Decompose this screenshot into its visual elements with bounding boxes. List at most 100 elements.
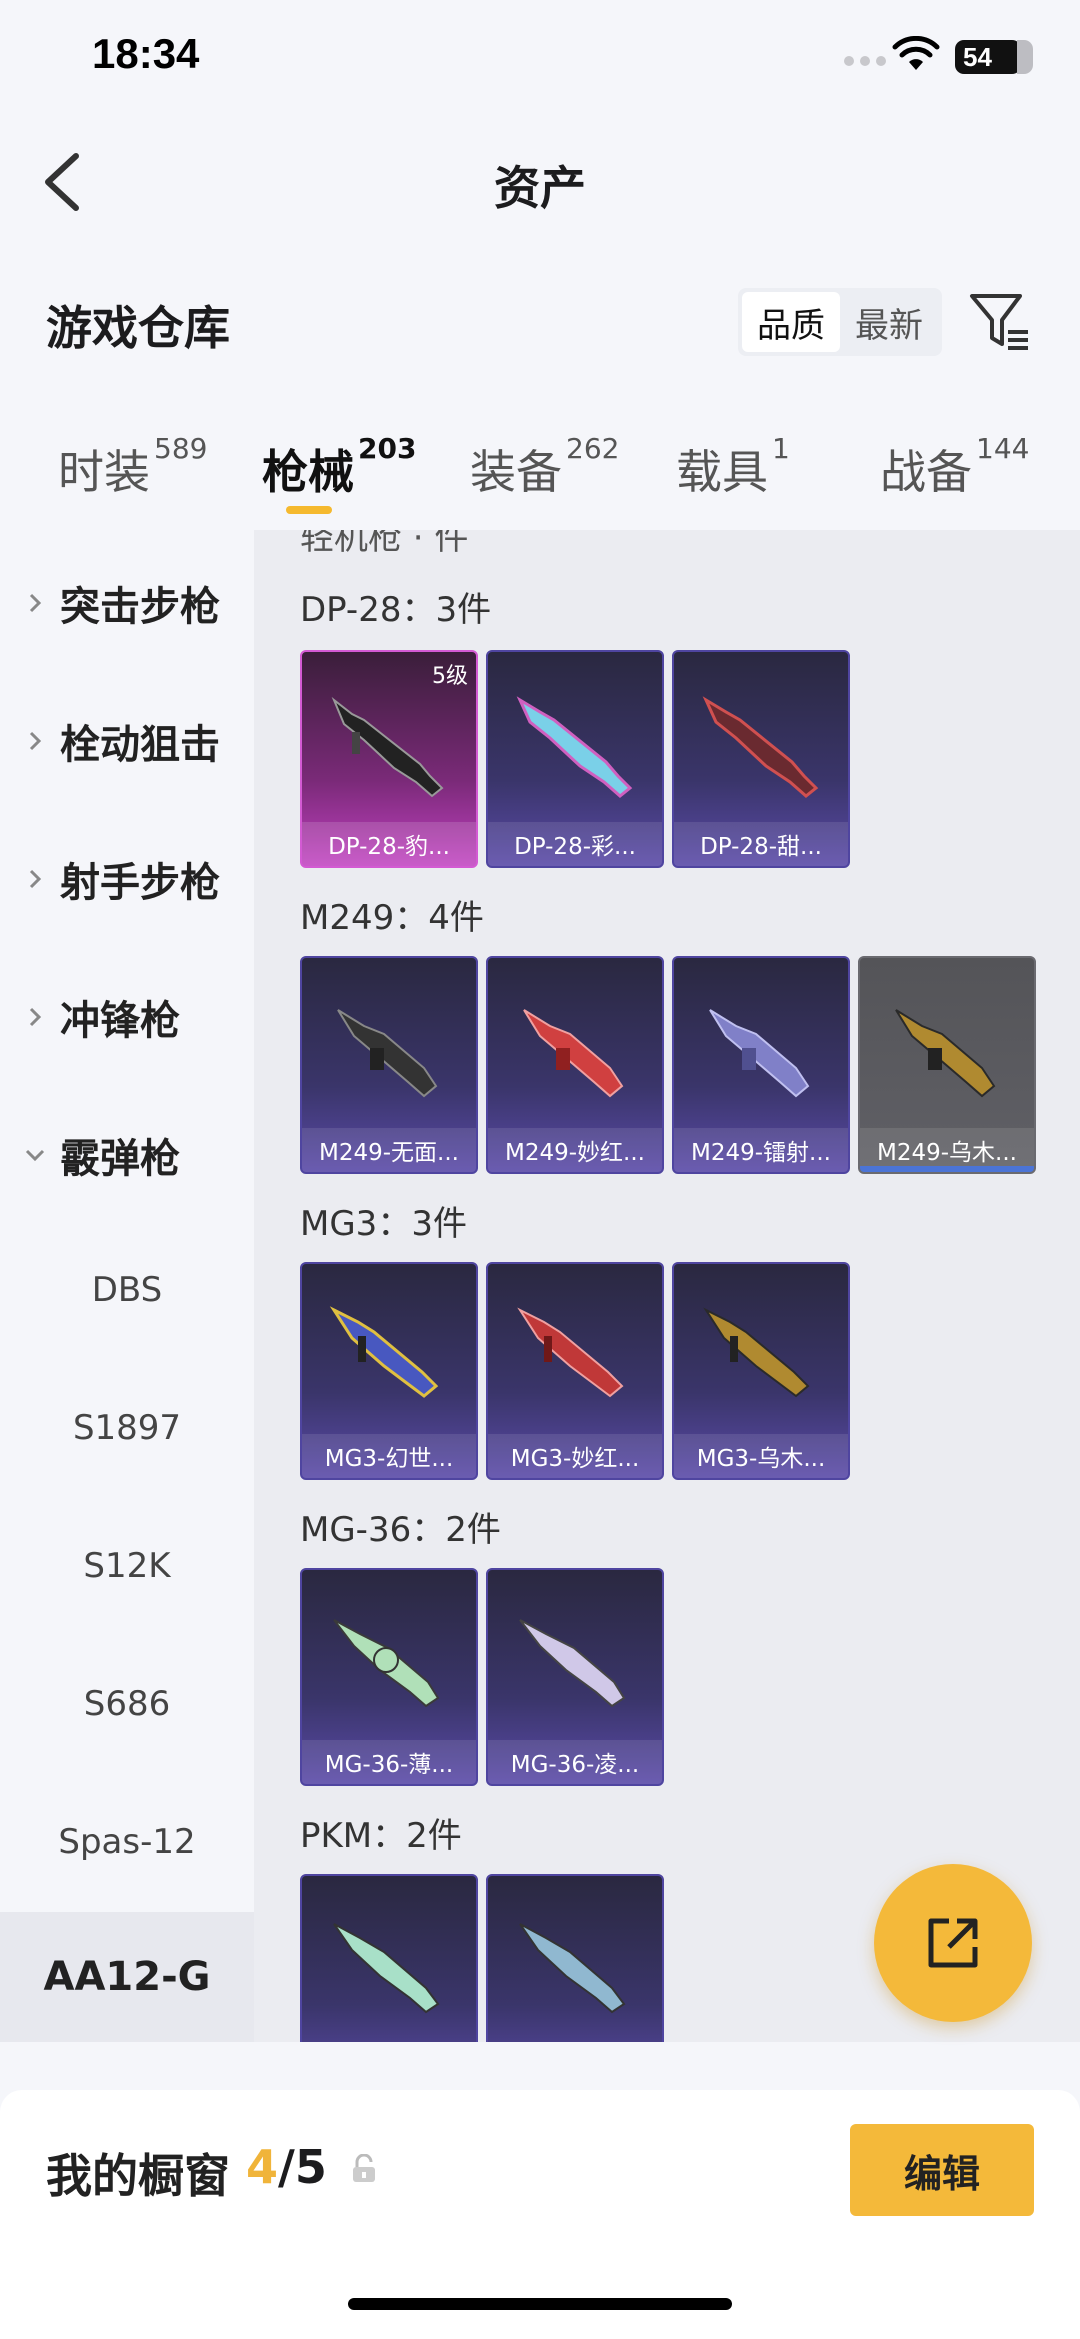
warehouse-title: 游戏仓库 xyxy=(46,301,230,355)
sidebar-subitem-spas12[interactable]: Spas-12 xyxy=(0,1822,254,1862)
weapon-card[interactable]: M249-妙红... xyxy=(486,956,664,1174)
weapon-name: MG3-幻世... xyxy=(302,1434,476,1478)
sidebar-item-assault-rifle[interactable]: 突击步枪 xyxy=(24,574,220,632)
share-button[interactable] xyxy=(874,1864,1032,2022)
tab-count: 1 xyxy=(772,431,790,465)
chevron-down-icon xyxy=(25,1149,45,1162)
sidebar-subitem-dbs[interactable]: DBS xyxy=(0,1270,254,1310)
weapon-card[interactable]: 5级 DP-28-豹... xyxy=(300,650,478,868)
signal-icon xyxy=(844,56,886,66)
weapon-name: M249-镭射... xyxy=(674,1128,848,1172)
sidebar-subitem-s1897[interactable]: S1897 xyxy=(0,1408,254,1448)
weapon-card[interactable]: M249-无面... xyxy=(300,956,478,1174)
weapon-name: M249-无面... xyxy=(302,1128,476,1172)
tab-count: 203 xyxy=(358,431,417,465)
tab-fashion[interactable]: 时装 589 xyxy=(58,432,207,502)
home-indicator xyxy=(348,2298,732,2310)
weapon-card[interactable]: M249-镭射... xyxy=(672,956,850,1174)
weapon-card[interactable] xyxy=(300,1874,478,2042)
tab-label: 枪械 xyxy=(262,445,354,499)
chevron-right-icon xyxy=(29,731,42,751)
weapon-name: MG-36-薄... xyxy=(302,1740,476,1784)
showcase-label: 我的橱窗 xyxy=(46,2149,230,2203)
gun-icon xyxy=(703,1307,810,1398)
weapon-card[interactable]: DP-28-甜... xyxy=(672,650,850,868)
weapon-name: M249-妙红... xyxy=(488,1128,662,1172)
tab-firearms[interactable]: 枪械 203 xyxy=(262,432,416,502)
nav-header: 资产 xyxy=(0,130,1080,230)
sidebar: 突击步枪 栓动狙击 射手步枪 冲锋枪 霰弹枪 DBS S1897 S12K S6… xyxy=(0,530,254,2042)
gun-icon xyxy=(516,696,633,798)
sidebar-item-bolt-sniper[interactable]: 栓动狙击 xyxy=(24,712,220,770)
tab-label: 战备 xyxy=(880,445,972,499)
share-icon xyxy=(928,1918,978,1968)
status-time: 18:34 xyxy=(92,30,200,77)
group-title-clipped: 轻机枪 · 件 xyxy=(300,530,469,558)
tab-vehicles[interactable]: 载具 1 xyxy=(676,432,790,502)
weapon-card[interactable]: MG3-妙红... xyxy=(486,1262,664,1480)
showcase-count-current: 4 xyxy=(246,2140,279,2194)
chevron-right-icon xyxy=(29,869,42,889)
tab-label: 装备 xyxy=(470,445,562,499)
gun-icon xyxy=(895,1009,996,1098)
lock-icon xyxy=(353,2154,375,2182)
tab-equipment[interactable]: 装备 262 xyxy=(470,432,619,502)
showcase-count: 4/5 xyxy=(246,2140,327,2194)
weapon-name: DP-28-豹... xyxy=(302,822,476,866)
sidebar-subitem-s12k[interactable]: S12K xyxy=(0,1546,254,1586)
gun-icon xyxy=(519,1619,626,1708)
group-title: MG-36：2件 xyxy=(300,1510,501,1550)
tab-label: 载具 xyxy=(676,445,768,499)
gun-icon xyxy=(333,1923,440,2014)
weapon-name: MG3-妙红... xyxy=(488,1434,662,1478)
group-title: DP-28：3件 xyxy=(300,590,492,630)
sidebar-subitem-s686[interactable]: S686 xyxy=(0,1684,254,1724)
sort-newest-button[interactable]: 最新 xyxy=(840,292,938,352)
battery-level: 54 xyxy=(963,41,992,72)
weapon-card[interactable]: M249-乌木... xyxy=(858,956,1036,1174)
gun-icon xyxy=(331,696,444,798)
sidebar-item-shotgun[interactable]: 霰弹枪 xyxy=(24,1126,180,1184)
sidebar-item-active[interactable]: AA12-G xyxy=(0,1912,254,2042)
weapon-name: DP-28-彩... xyxy=(488,822,662,866)
sidebar-item-label: 射手步枪 xyxy=(60,860,220,906)
tab-count: 144 xyxy=(976,431,1030,465)
tab-label: 时装 xyxy=(58,445,150,499)
category-tabs: 时装 589 枪械 203 装备 262 载具 1 战备 144 xyxy=(0,420,1080,530)
sidebar-item-label: 霰弹枪 xyxy=(60,1136,180,1182)
sort-quality-button[interactable]: 品质 xyxy=(742,292,840,352)
filter-icon[interactable] xyxy=(968,290,1032,352)
weapon-card[interactable]: MG-36-薄... xyxy=(300,1568,478,1786)
battery-icon: 54 xyxy=(955,40,1033,74)
edit-button[interactable]: 编辑 xyxy=(850,2124,1034,2216)
page-title: 资产 xyxy=(494,161,586,215)
tab-count: 262 xyxy=(566,431,620,465)
weapon-name: MG3-乌木... xyxy=(674,1434,848,1478)
group-title: PKM：2件 xyxy=(300,1816,462,1856)
weapon-name: M249-乌木... xyxy=(860,1128,1034,1172)
chevron-right-icon xyxy=(29,1007,42,1027)
tab-supplies[interactable]: 战备 144 xyxy=(880,432,1029,502)
gun-icon xyxy=(333,1619,440,1708)
sidebar-item-smg[interactable]: 冲锋枪 xyxy=(24,988,180,1046)
weapon-list[interactable]: 轻机枪 · 件 DP-28：3件 5级 DP-28-豹... DP-28-彩..… xyxy=(254,530,1080,2042)
weapon-card[interactable]: MG3-乌木... xyxy=(672,1262,850,1480)
weapon-name: MG-36-凌... xyxy=(488,1740,662,1784)
chevron-right-icon xyxy=(29,593,42,613)
gun-icon xyxy=(337,1009,438,1098)
weapon-card[interactable] xyxy=(486,1874,664,2042)
showcase-bar: 我的橱窗 4/5 编辑 xyxy=(0,2090,1080,2339)
status-bar: 18:34 54 xyxy=(0,0,1080,120)
weapon-card[interactable]: DP-28-彩... xyxy=(486,650,664,868)
sidebar-item-marksman-rifle[interactable]: 射手步枪 xyxy=(24,850,220,908)
weapon-card[interactable]: MG3-幻世... xyxy=(300,1262,478,1480)
weapon-name: DP-28-甜... xyxy=(674,822,848,866)
sort-toggle: 品质 最新 xyxy=(738,288,942,356)
gun-icon xyxy=(702,696,819,798)
sidebar-item-label: 突击步枪 xyxy=(60,584,220,630)
sidebar-item-label: 栓动狙击 xyxy=(60,722,220,768)
group-title: M249：4件 xyxy=(300,898,484,938)
sidebar-item-label: 冲锋枪 xyxy=(60,998,180,1044)
tab-count: 589 xyxy=(154,431,208,465)
weapon-card[interactable]: MG-36-凌... xyxy=(486,1568,664,1786)
